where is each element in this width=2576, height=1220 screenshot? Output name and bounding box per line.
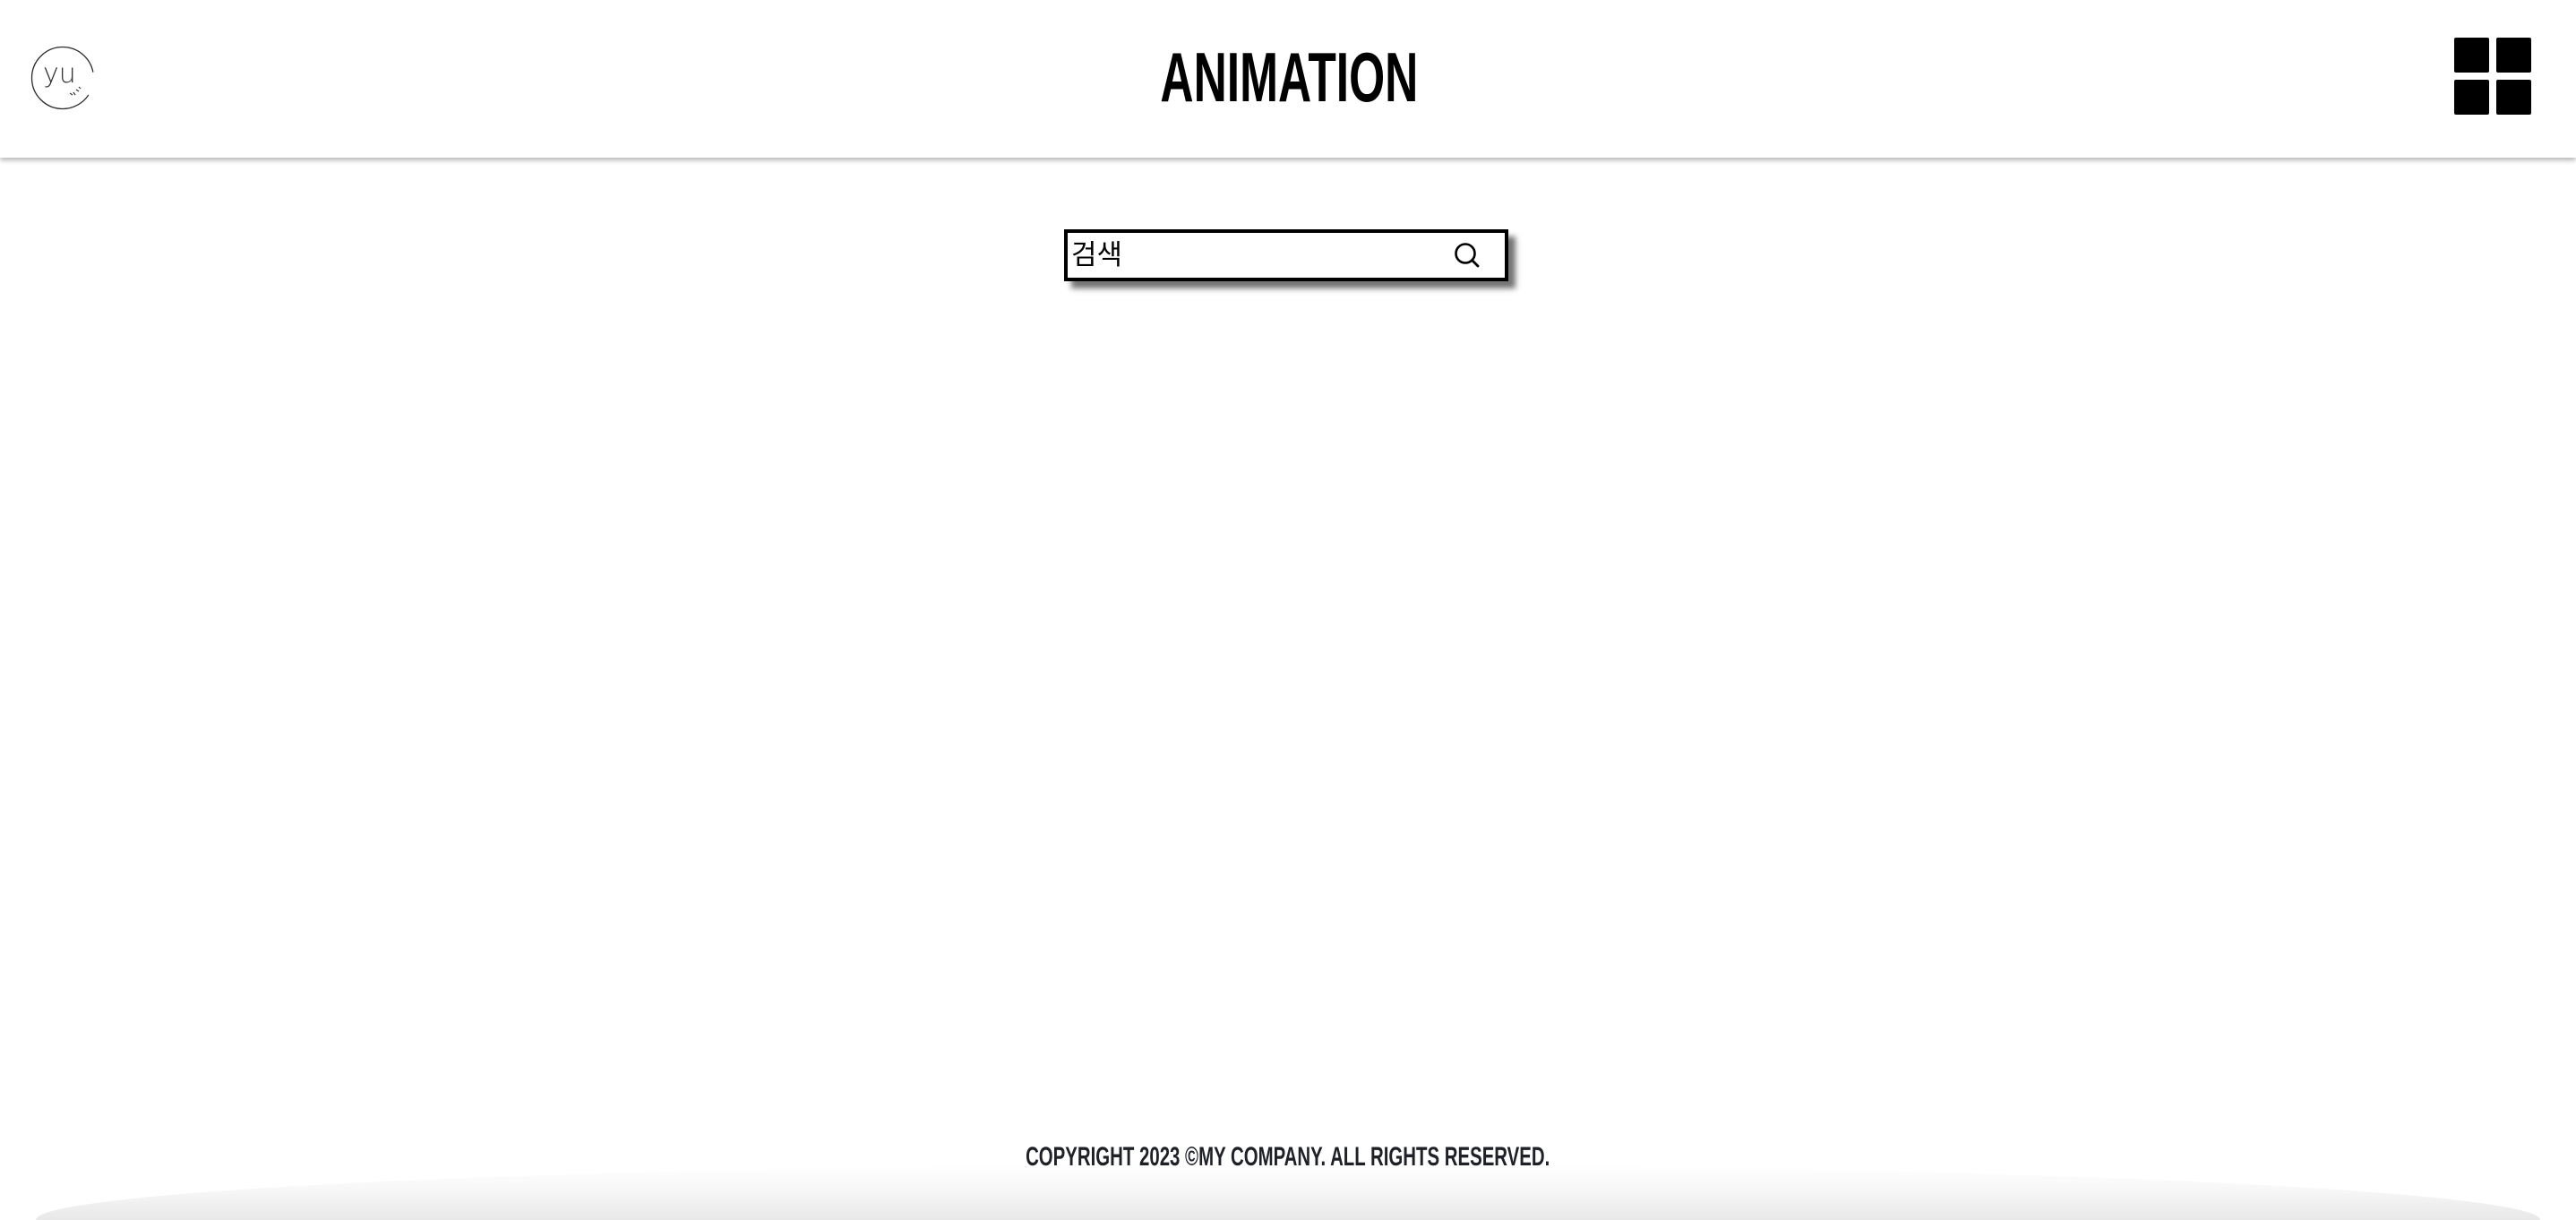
grid-square bbox=[2496, 38, 2531, 73]
search-icon[interactable] bbox=[1453, 241, 1481, 270]
page: yu ANIMATION COPYRIGHT 2023 ©MY COMPANY.… bbox=[0, 0, 2576, 1220]
grid-square bbox=[2454, 80, 2489, 115]
menu-button[interactable] bbox=[2454, 38, 2533, 116]
page-title: ANIMATION bbox=[1160, 38, 1419, 116]
search-bar bbox=[1064, 229, 1508, 281]
logo-icon: yu bbox=[30, 46, 95, 110]
grid-square bbox=[2454, 38, 2489, 73]
svg-text:yu: yu bbox=[43, 58, 76, 90]
logo-link[interactable]: yu bbox=[30, 46, 95, 110]
grid-square bbox=[2496, 80, 2531, 115]
search-input[interactable] bbox=[1068, 233, 1447, 278]
footer-copyright: COPYRIGHT 2023 ©MY COMPANY. ALL RIGHTS R… bbox=[1026, 1142, 1550, 1172]
site-header: yu ANIMATION bbox=[0, 0, 2576, 158]
